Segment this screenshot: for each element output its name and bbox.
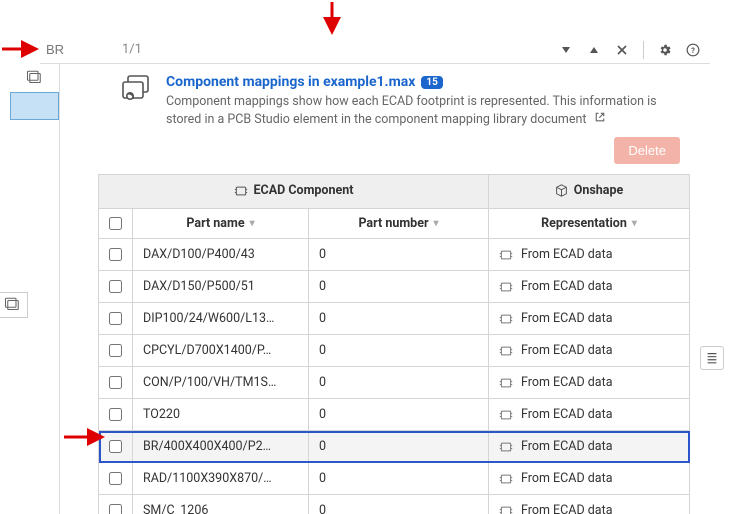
header-block: Component mappings in example1.max 15 Co… [60,64,710,133]
delete-button[interactable]: Delete [614,137,680,164]
cell-part-number: 0 [309,407,488,422]
table-row[interactable]: SM/C_12060From ECAD data [99,495,690,514]
cell-part-name: SM/C_1206 [133,503,308,514]
mappings-table: ECAD Component Onshape Part [98,174,690,514]
row-checkbox[interactable] [99,335,132,366]
chip-icon [499,377,513,389]
cell-representation: From ECAD data [489,407,689,422]
chip-icon [499,345,513,357]
cell-representation: From ECAD data [489,439,689,454]
col-representation[interactable]: Representation▾ [489,209,690,239]
table-row[interactable]: BR/400X400X400/P2…0From ECAD data [99,431,690,463]
cell-part-name: DAX/D150/P500/51 [133,279,308,294]
search-count: 1/1 [122,42,162,57]
cell-representation: From ECAD data [489,279,689,294]
table-row[interactable]: DAX/D100/P400/430From ECAD data [99,239,690,271]
cell-part-name: RAD/1100X390X870/… [133,471,308,486]
external-link-icon[interactable] [594,112,606,127]
settings-button[interactable] [654,39,676,61]
col-checkbox-header[interactable] [99,209,133,239]
chip-icon [499,505,513,514]
chip-icon [499,281,513,293]
search-input[interactable] [46,42,116,57]
svg-text:?: ? [691,45,695,54]
cell-part-number: 0 [309,343,488,358]
col-part-number[interactable]: Part number▾ [309,209,489,239]
cell-part-number: 0 [309,375,488,390]
annotation-arrow-left [2,40,42,58]
page-subtitle: Component mappings show how each ECAD fo… [166,93,690,129]
chip-icon [499,409,513,421]
cell-representation: From ECAD data [489,343,689,358]
chip-icon [499,473,513,485]
table-row[interactable]: CON/P/100/VH/TM1S…0From ECAD data [99,367,690,399]
mappings-icon [120,74,154,108]
chip-icon [499,249,513,261]
table-row[interactable]: DIP100/24/W600/L13…0From ECAD data [99,303,690,335]
group-header-onshape: Onshape [489,175,690,209]
floating-chip-button[interactable] [0,292,28,318]
chip-icon [499,313,513,325]
cell-part-name: CON/P/100/VH/TM1S… [133,375,308,390]
main-panel: Component mappings in example1.max 15 Co… [60,64,710,514]
divider [643,41,644,59]
row-checkbox[interactable] [99,271,132,302]
count-badge: 15 [421,76,442,89]
find-bar: 1/1 ? [40,36,710,64]
cell-representation: From ECAD data [489,311,689,326]
row-checkbox[interactable] [99,239,132,270]
cell-part-number: 0 [309,439,488,454]
cell-part-name: DIP100/24/W600/L13… [133,311,308,326]
cell-representation: From ECAD data [489,247,689,262]
cell-part-name: CPCYL/D700X1400/P… [133,343,308,358]
cell-part-name: DAX/D100/P400/43 [133,247,308,262]
cell-representation: From ECAD data [489,375,689,390]
find-next-button[interactable] [583,39,605,61]
group-header-ecad: ECAD Component [99,175,489,209]
annotation-arrow-top [323,2,341,38]
sidebar-tab-active[interactable] [10,92,59,120]
row-checkbox[interactable] [99,367,132,398]
row-checkbox[interactable] [99,399,132,430]
cell-part-number: 0 [309,503,488,514]
sidebar-tab-chip-icon[interactable] [10,64,59,92]
find-prev-button[interactable] [555,39,577,61]
sidebar [10,64,60,514]
table-row[interactable]: DAX/D150/P500/510From ECAD data [99,271,690,303]
find-close-button[interactable] [611,39,633,61]
page-title-link[interactable]: Component mappings in example1.max [166,74,415,90]
sort-caret-icon: ▾ [250,218,255,229]
cell-part-number: 0 [309,247,488,262]
chip-icon [234,185,248,197]
chip-icon [499,441,513,453]
row-checkbox[interactable] [99,303,132,334]
table-row[interactable]: RAD/1100X390X870/…0From ECAD data [99,463,690,495]
cell-part-name: TO220 [133,407,308,422]
help-button[interactable]: ? [682,39,704,61]
table-row[interactable]: CPCYL/D700X1400/P…0From ECAD data [99,335,690,367]
cell-part-name: BR/400X400X400/P2… [133,439,308,454]
table-row[interactable]: TO2200From ECAD data [99,399,690,431]
cube-icon [555,184,568,197]
row-checkbox[interactable] [99,431,132,462]
sort-caret-icon: ▾ [632,218,637,229]
row-checkbox[interactable] [99,463,132,494]
cell-part-number: 0 [309,279,488,294]
cell-representation: From ECAD data [489,471,689,486]
cell-representation: From ECAD data [489,503,689,514]
cell-part-number: 0 [309,471,488,486]
sort-caret-icon: ▾ [434,218,439,229]
cell-part-number: 0 [309,311,488,326]
row-checkbox[interactable] [99,495,132,514]
col-part-name[interactable]: Part name▾ [133,209,309,239]
